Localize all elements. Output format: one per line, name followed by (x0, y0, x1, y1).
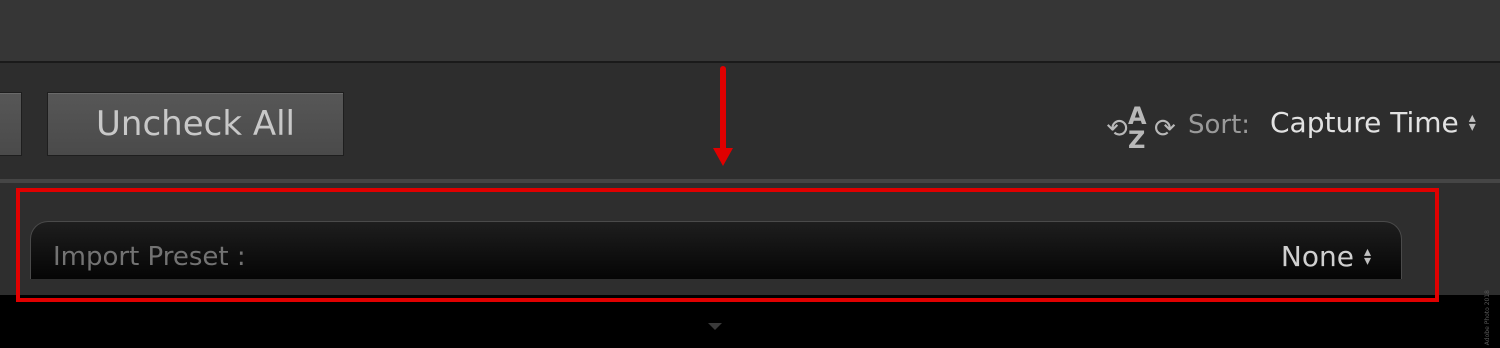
bottom-strip (0, 295, 1500, 348)
sort-value: Capture Time (1270, 106, 1459, 139)
check-all-button[interactable] (0, 92, 22, 156)
uncheck-all-button[interactable]: Uncheck All (47, 92, 344, 156)
sort-dropdown[interactable]: Capture Time ▴ ▾ (1270, 106, 1476, 139)
top-bar (0, 0, 1500, 63)
watermark: Adobe Photo 2018 (1484, 290, 1491, 346)
updown-chevron-icon: ▴ ▾ (1468, 109, 1476, 135)
collapse-triangle-icon[interactable] (708, 323, 722, 330)
sort-az-icon[interactable]: ⟲ A Z ⟳ (1106, 102, 1176, 154)
sort-label: Sort: (1188, 110, 1251, 140)
annotation-arrow-shaft (720, 66, 726, 152)
annotation-arrow-head (713, 148, 733, 166)
highlight-box (16, 188, 1439, 302)
